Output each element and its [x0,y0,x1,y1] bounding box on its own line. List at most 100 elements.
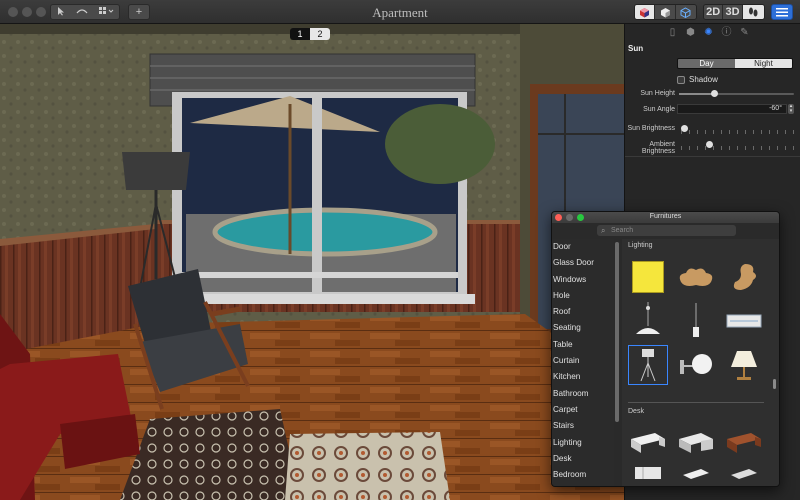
ambient-brightness-label: Ambient Brightness [641,141,675,155]
page-tabs: 1 2 [290,28,330,40]
corner-desk-icon [679,433,713,453]
sun-angle-stepper[interactable]: ▴ ▾ [788,104,794,114]
document-icon[interactable]: ▯ [667,27,678,38]
category-item[interactable]: Lighting [552,435,614,451]
spot-light-item[interactable] [676,301,716,341]
shadow-checkbox[interactable] [677,75,685,84]
category-item[interactable]: Stairs [552,418,614,434]
floor-lamp-item[interactable] [628,345,668,385]
3d-scene [0,24,624,500]
table-lamp-icon [731,351,757,380]
branch-lamp-icon [733,264,756,290]
globe-wall-light-item[interactable] [676,345,716,385]
cloud-lamp-item[interactable] [676,257,716,297]
search-placeholder: Search [611,227,634,234]
yellow-panel-light-icon [632,261,664,293]
furniture-search-input[interactable]: ⌕ Search [597,225,736,236]
simple-desk-item[interactable] [676,465,716,486]
sun-height-slider[interactable] [679,90,794,97]
panel-light-item[interactable] [724,301,764,341]
long-desk-item[interactable] [724,465,764,486]
day-night-segment: Day Night [677,58,793,69]
sun-angle-field[interactable]: -60° [677,104,787,114]
white-desk-item[interactable] [628,423,668,463]
day-button[interactable]: Day [678,59,735,68]
corner-desk-item[interactable] [676,423,716,463]
section-title-desk: Desk [628,408,644,415]
spot-light-icon [693,303,699,337]
furnitures-title-bar: Furnitures [552,212,779,223]
category-item[interactable]: Windows [552,272,614,288]
inspector-tabs: ▯ ⬢ ✺ ⓘ ✎ [667,27,750,38]
category-item[interactable]: Desk [552,451,614,467]
floor-lamp-icon [640,349,656,382]
page-tab-1[interactable]: 1 [290,28,310,40]
section-title-lighting: Lighting [628,242,653,249]
shadow-row: Shadow [677,75,718,84]
furnitures-title: Furnitures [649,213,682,220]
category-item[interactable]: Curtain [552,353,614,369]
panel-light-icon [726,314,762,328]
category-list: Door Glass Door Windows Hole Roof Seating Tabl… [552,239,614,486]
category-scrollbar[interactable] [615,242,619,422]
cloud-lamp-icon [679,268,713,286]
solid-cube-icon[interactable] [655,5,676,19]
shaded-cube-icon[interactable] [635,5,656,19]
branch-lamp-item[interactable] [724,257,764,297]
wood-desk-item[interactable] [724,423,764,463]
category-item[interactable]: Glass Door [552,255,614,271]
search-icon: ⌕ [601,226,606,235]
ambient-brightness-ticks [681,146,794,150]
category-item[interactable]: Table [552,337,614,353]
shelf-desk-icon [635,467,661,479]
title-bar: + Apartment 2D 3D [0,0,800,24]
view-mode-segment: 2D 3D [703,4,765,20]
category-item[interactable]: Seating [552,320,614,336]
walk-mode-icon[interactable] [742,5,764,19]
sun-icon[interactable]: ✺ [703,27,714,38]
view-2d-button[interactable]: 2D [704,5,724,19]
info-icon[interactable]: ⓘ [721,27,732,38]
furniture-grid: Lighting Desk [622,239,779,486]
sun-brightness-label: Sun Brightness [627,125,675,132]
category-item[interactable]: Carpet [552,402,614,418]
material-icon[interactable]: ⬢ [685,27,696,38]
yellow-panel-light-item[interactable] [628,257,668,297]
3d-viewport[interactable]: 1 2 [0,24,624,500]
sun-height-label: Sun Height [640,90,675,97]
shadow-label: Shadow [689,75,718,84]
white-desk-icon [631,433,665,453]
eyedropper-icon[interactable]: ✎ [739,27,750,38]
section-divider [628,402,764,403]
furnitures-panel: Furnitures ⌕ Search Door Glass Door Window… [551,211,780,487]
sun-height-fill [679,93,714,95]
shelf-desk-item[interactable] [628,465,668,486]
category-item[interactable]: Bathroom [552,386,614,402]
category-item[interactable]: Roof [552,304,614,320]
grid-scrollbar[interactable] [773,379,776,389]
sun-brightness-slider[interactable] [681,125,794,132]
simple-desk-icon [683,469,709,479]
night-button[interactable]: Night [735,59,792,68]
category-item[interactable]: Kitchen [552,369,614,385]
ambient-brightness-slider[interactable] [681,141,794,148]
sidebar-toggle-icon[interactable] [771,4,793,20]
sun-brightness-knob[interactable] [681,125,688,132]
wireframe-cube-icon[interactable] [675,5,696,19]
wood-desk-icon [727,433,761,453]
pendant-light-icon [636,302,660,334]
pendant-light-item[interactable] [628,301,668,341]
globe-wall-light-icon [680,354,712,374]
category-item[interactable]: Door [552,239,614,255]
view-3d-button[interactable]: 3D [723,5,743,19]
sun-brightness-ticks [681,130,794,134]
page-tab-2[interactable]: 2 [310,28,330,40]
sun-height-knob[interactable] [710,90,718,97]
long-desk-icon [731,469,757,479]
table-lamp-item[interactable] [724,345,764,385]
render-mode-segment [634,4,697,20]
inspector-divider [625,156,800,157]
sun-section-title: Sun [628,44,644,53]
category-item[interactable]: Hole [552,288,614,304]
category-item[interactable]: Bedroom [552,467,614,483]
